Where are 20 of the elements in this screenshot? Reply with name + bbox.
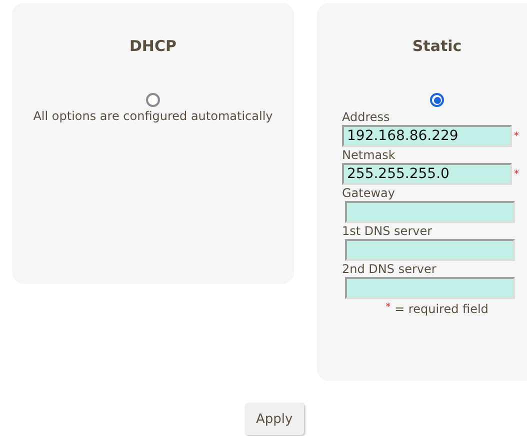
input-field[interactable] [345, 277, 515, 299]
input-field[interactable] [345, 239, 515, 261]
field-label: 2nd DNS server [342, 261, 438, 277]
apply-button[interactable]: Apply [245, 403, 304, 435]
field-label: 1st DNS server [342, 223, 434, 239]
radio-button[interactable] [146, 93, 160, 107]
card-title: Static [412, 37, 462, 55]
required-mark: * [514, 130, 519, 142]
field-label: Address [342, 109, 391, 125]
required-mark: * [514, 168, 519, 180]
description: All options are configured automatically [33, 109, 273, 123]
input-field[interactable]: 192.168.86.229 [342, 125, 512, 147]
card-title: DHCP [129, 37, 176, 55]
field-label: Netmask [342, 147, 396, 163]
required-mark: * [386, 302, 391, 315]
radio-button[interactable] [430, 93, 444, 107]
field-label: Gateway [342, 185, 396, 201]
input-field[interactable] [345, 201, 515, 223]
input-field[interactable]: 255.255.255.0 [342, 163, 512, 185]
legend-text: = required field [394, 302, 488, 316]
